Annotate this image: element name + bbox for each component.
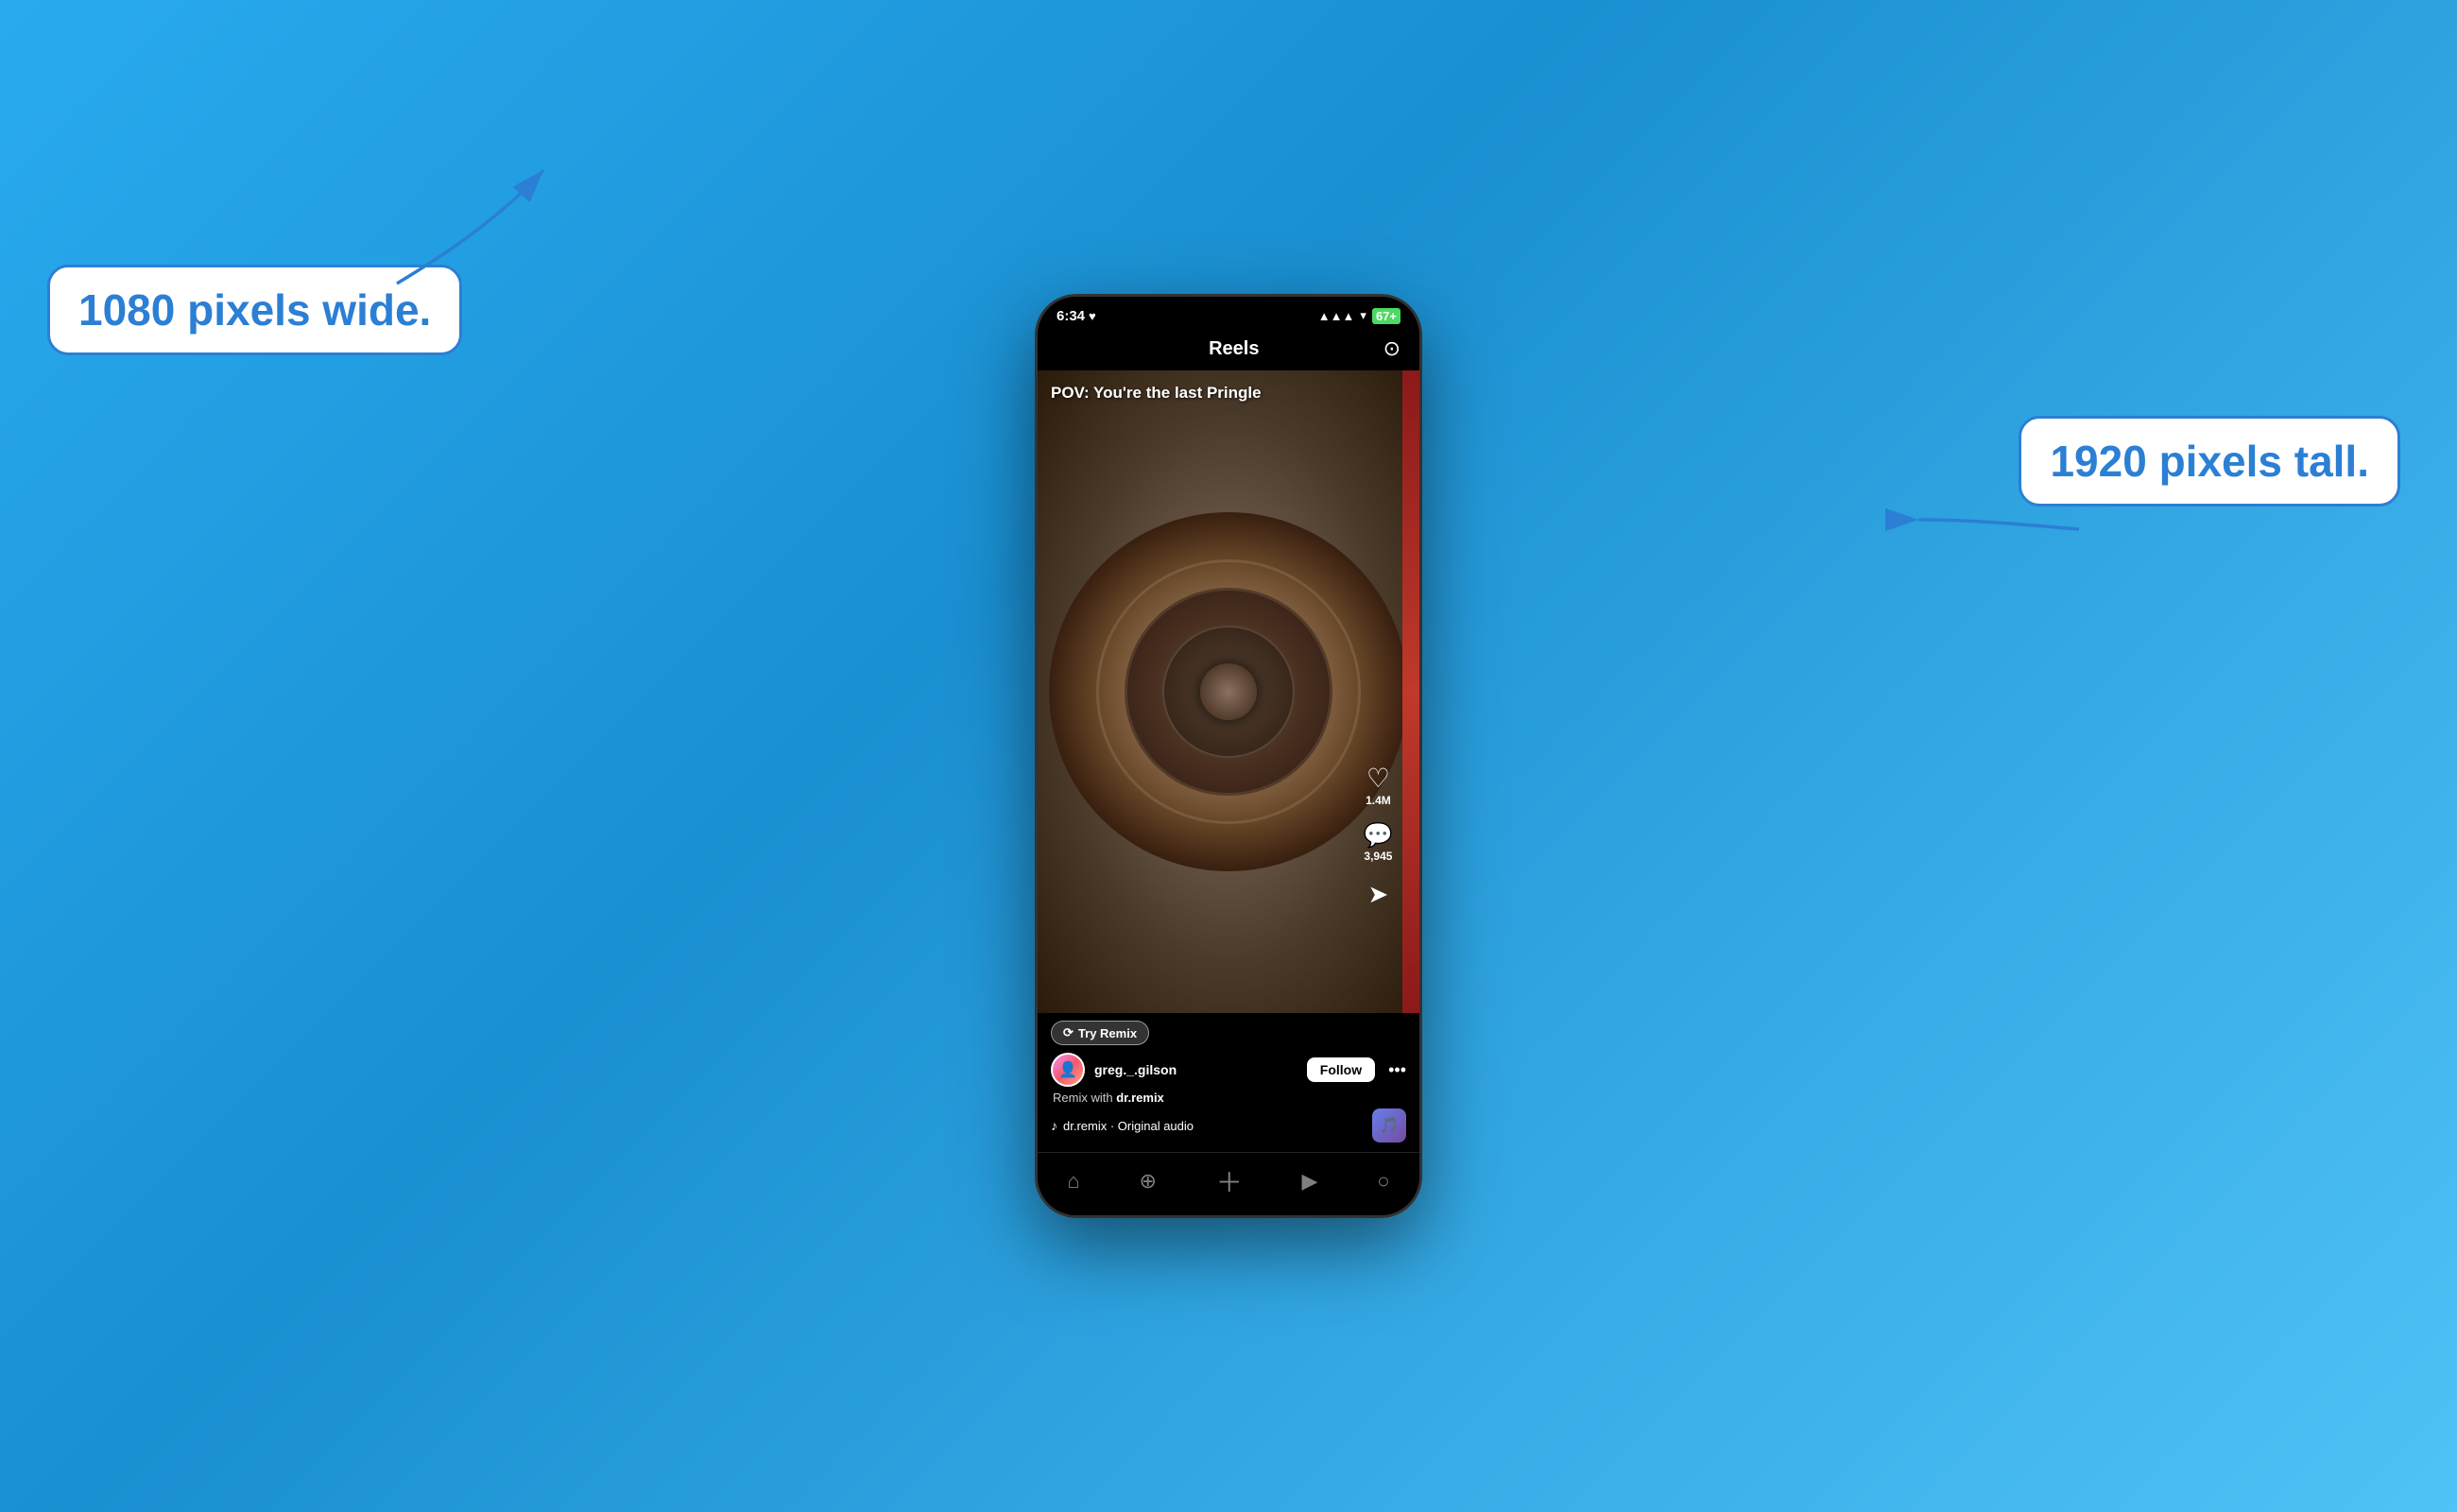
status-time: 6:34 ♥	[1057, 308, 1096, 324]
camera-icon[interactable]: ⊙	[1383, 336, 1400, 361]
user-row: 👤 greg._.gilson Follow •••	[1051, 1053, 1406, 1087]
wifi-icon: ▾	[1360, 308, 1366, 323]
home-icon: ⌂	[1067, 1169, 1079, 1194]
like-icon: ♡	[1366, 765, 1390, 792]
bottom-overlay: ⟳ Try Remix 👤 greg._.gilson Follow ••• R…	[1038, 1013, 1419, 1152]
nav-item-reels[interactable]: ▶	[1302, 1169, 1318, 1194]
annotation-text-right: 1920 pixels tall.	[2050, 436, 2369, 487]
nav-item-search[interactable]: ⊕	[1139, 1169, 1156, 1194]
remix-icon: ⟳	[1063, 1025, 1074, 1040]
right-actions: ♡ 1.4M 💬 3,945 ➤	[1364, 765, 1393, 909]
phone-frame: 6:34 ♥ ▲▲▲ ▾ 67+ Reels ⊙ POV: You're the…	[1035, 294, 1422, 1218]
audio-row: ♪ dr.remix · Original audio 🎵	[1051, 1108, 1406, 1143]
nav-item-home[interactable]: ⌂	[1067, 1169, 1079, 1194]
audio-icon: ♪	[1051, 1118, 1057, 1133]
status-icons: ▲▲▲ ▾ 67+	[1318, 308, 1400, 324]
audio-info[interactable]: ♪ dr.remix · Original audio	[1051, 1118, 1194, 1133]
nav-bar: Reels ⊙	[1038, 331, 1419, 370]
page-title: Reels	[1209, 338, 1259, 360]
send-button[interactable]: ➤	[1368, 880, 1389, 909]
try-remix-button[interactable]: ⟳ Try Remix	[1051, 1021, 1149, 1045]
follow-button[interactable]: Follow	[1307, 1057, 1375, 1082]
more-options-icon[interactable]: •••	[1388, 1060, 1406, 1080]
comment-count: 3,945	[1364, 850, 1392, 863]
create-icon: ＋	[1216, 1162, 1243, 1200]
comment-button[interactable]: 💬 3,945	[1364, 824, 1393, 863]
arrow-right	[1899, 472, 2088, 586]
bottom-nav: ⌂ ⊕ ＋ ▶ ○	[1038, 1152, 1419, 1215]
avatar[interactable]: 👤	[1051, 1053, 1085, 1087]
video-caption: POV: You're the last Pringle	[1051, 384, 1406, 403]
video-content	[1038, 370, 1419, 1013]
remix-text: Remix with dr.remix	[1051, 1091, 1406, 1105]
comment-icon: 💬	[1364, 824, 1393, 848]
video-area: POV: You're the last Pringle ♡ 1.4M 💬 3,…	[1038, 370, 1419, 1013]
status-bar: 6:34 ♥ ▲▲▲ ▾ 67+	[1038, 297, 1419, 331]
battery-indicator: 67+	[1372, 308, 1400, 324]
nav-item-profile[interactable]: ○	[1377, 1169, 1389, 1194]
username[interactable]: greg._.gilson	[1094, 1062, 1297, 1077]
like-button[interactable]: ♡ 1.4M	[1366, 765, 1391, 807]
like-count: 1.4M	[1366, 794, 1391, 807]
audio-avatar[interactable]: 🎵	[1372, 1108, 1406, 1143]
status-heart-icon: ♥	[1089, 309, 1096, 323]
audio-text: dr.remix · Original audio	[1063, 1119, 1194, 1133]
search-icon: ⊕	[1139, 1169, 1156, 1194]
signal-icon: ▲▲▲	[1318, 309, 1355, 323]
reels-icon: ▶	[1302, 1169, 1318, 1194]
red-strip	[1402, 370, 1419, 1013]
profile-icon: ○	[1377, 1169, 1389, 1194]
remix-author[interactable]: dr.remix	[1116, 1091, 1164, 1105]
send-icon: ➤	[1368, 880, 1389, 909]
try-remix-label: Try Remix	[1078, 1026, 1137, 1040]
arrow-left	[369, 142, 558, 312]
nav-item-create[interactable]: ＋	[1216, 1162, 1243, 1200]
